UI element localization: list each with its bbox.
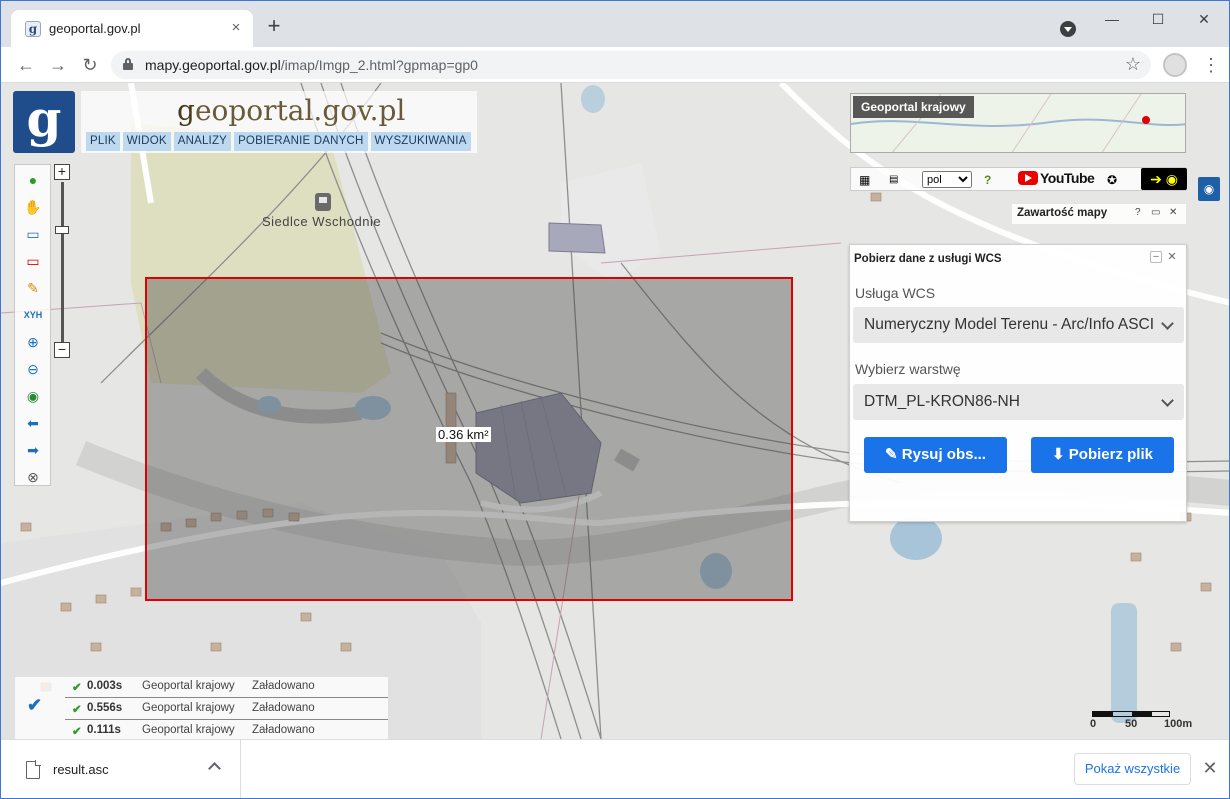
log-row: ✔ 0.111s Geoportal krajowy Załadowano bbox=[72, 724, 315, 738]
panel-minimize-icon[interactable]: – bbox=[1150, 251, 1162, 263]
window-close-button[interactable]: ✕ bbox=[1186, 7, 1222, 31]
download-file-name[interactable]: result.asc bbox=[53, 762, 109, 777]
help-small-icon[interactable]: ? bbox=[1135, 207, 1141, 218]
window-small-icon[interactable]: ▭ bbox=[1151, 207, 1160, 218]
lock-icon bbox=[123, 58, 133, 70]
close-icon[interactable]: ✕ bbox=[1200, 757, 1220, 779]
chevron-down-icon bbox=[1161, 317, 1174, 330]
zoom-plus-button[interactable]: + bbox=[54, 164, 70, 180]
service-label: Usługa WCS bbox=[855, 285, 936, 301]
log-row: ✔ 0.003s Geoportal krajowy Załadowano bbox=[65, 677, 388, 698]
status-log: ✔ ✔ 0.003s Geoportal krajowy Załadowano … bbox=[15, 677, 388, 739]
select-area-icon[interactable]: ▭ bbox=[23, 251, 43, 271]
youtube-play-icon bbox=[1018, 171, 1038, 185]
map-tools: ● ✋ ▭ ▭ ✎ XYH ⊕ ⊖ ◉ ⬅ ➡ ⊗ bbox=[14, 164, 51, 486]
log-row: ✔ 0.556s Geoportal krajowy Załadowano bbox=[65, 699, 388, 720]
chevron-up-icon[interactable] bbox=[208, 762, 221, 775]
tab-search-icon[interactable] bbox=[1060, 21, 1076, 37]
pan-hand-icon[interactable]: ✋ bbox=[23, 197, 43, 217]
info-icon[interactable]: ● bbox=[23, 170, 43, 190]
place-label: Siedlce Wschodnie bbox=[262, 214, 382, 229]
minimap-toolbar: ▦ ▤ pol ? YouTube ✪ ➔ ◉ bbox=[850, 167, 1187, 191]
youtube-link[interactable]: YouTube bbox=[1018, 170, 1095, 189]
tab-title: geoportal.gov.pl bbox=[49, 21, 141, 36]
back-arrow-icon[interactable]: ← bbox=[15, 54, 37, 76]
pencil-icon[interactable]: ✎ bbox=[23, 278, 43, 298]
wms-icon[interactable]: ▤ bbox=[889, 171, 898, 189]
map-contents-header[interactable]: Zawartość mapy ? ▭ ✕ bbox=[1012, 204, 1186, 224]
layer-select[interactable]: DTM_PL-KRON86-NH bbox=[853, 384, 1184, 420]
area-measurement-label: 0.36 km² bbox=[436, 427, 491, 442]
check-icon: ✔ bbox=[72, 726, 82, 738]
forward-arrow-icon[interactable]: → bbox=[47, 54, 69, 76]
language-select[interactable]: pol bbox=[922, 171, 972, 188]
browser-toolbar: ← → ↻ mapy.geoportal.gov.pl/imap/Imgp_2.… bbox=[1, 47, 1229, 83]
map-contents-title: Zawartość mapy bbox=[1017, 207, 1108, 219]
accessibility-icon[interactable]: ✪ bbox=[1107, 171, 1117, 189]
menu-widok[interactable]: WIDOK bbox=[122, 132, 171, 151]
minimap-title: Geoportal krajowy bbox=[853, 96, 974, 118]
previous-extent-icon[interactable]: ⬅ bbox=[23, 413, 43, 433]
downloads-bar: result.asc Pokaż wszystkie ✕ bbox=[1, 739, 1229, 798]
scale-bar: 0 50 100m bbox=[1090, 709, 1200, 733]
select-rectangle-icon[interactable]: ▭ bbox=[23, 224, 43, 244]
menu-pobieranie-danych[interactable]: POBIERANIE DANYCH bbox=[234, 132, 368, 151]
service-value: Numeryczny Model Terenu - Arc/Info ASCII… bbox=[864, 316, 1154, 333]
app-title: geoportal.gov.pl bbox=[177, 94, 406, 127]
menu-analizy[interactable]: ANALIZY bbox=[173, 132, 232, 151]
wcs-panel: Pobierz dane z usługi WCS – ✕ Usługa WCS… bbox=[849, 244, 1187, 522]
high-contrast-eye-icon[interactable]: ➔ ◉ bbox=[1141, 168, 1187, 190]
download-icon: ⬇ bbox=[1052, 446, 1069, 463]
close-small-icon[interactable]: ✕ bbox=[1169, 207, 1177, 218]
minimap[interactable]: Geoportal krajowy bbox=[850, 93, 1186, 153]
zoom-handle[interactable] bbox=[55, 226, 69, 234]
grid-icon[interactable]: ▦ bbox=[859, 171, 870, 189]
reset-icon[interactable]: ⊗ bbox=[23, 467, 43, 487]
draw-area-button[interactable]: ✎ Rysuj obs... bbox=[864, 437, 1007, 473]
map-canvas[interactable]: g geoportal.gov.pl PLIK WIDOK ANALIZY PO… bbox=[1, 83, 1229, 739]
layer-value: DTM_PL-KRON86-NH bbox=[864, 393, 1020, 410]
show-all-button[interactable]: Pokaż wszystkie bbox=[1074, 753, 1191, 785]
bookmark-star-icon[interactable]: ☆ bbox=[1125, 54, 1141, 75]
reload-icon[interactable]: ↻ bbox=[79, 54, 101, 76]
menu-plik[interactable]: PLIK bbox=[86, 132, 120, 151]
geoportal-logo[interactable]: g bbox=[13, 91, 75, 153]
status-check-icon[interactable]: ✔ bbox=[27, 695, 42, 716]
service-select[interactable]: Numeryczny Model Terenu - Arc/Info ASCII… bbox=[853, 307, 1184, 343]
check-icon: ✔ bbox=[72, 704, 82, 716]
zoom-minus-button[interactable]: − bbox=[54, 342, 70, 358]
next-extent-icon[interactable]: ➡ bbox=[23, 440, 43, 460]
download-file-button[interactable]: ⬇ Pobierz plik bbox=[1031, 437, 1174, 473]
tab-strip: g geoportal.gov.pl × + — ☐ ✕ bbox=[1, 1, 1229, 47]
browser-tab[interactable]: g geoportal.gov.pl × bbox=[11, 10, 253, 47]
chevron-down-icon bbox=[1161, 394, 1174, 407]
tab-close-icon[interactable]: × bbox=[227, 19, 245, 37]
visibility-eye-icon[interactable]: ◉ bbox=[1198, 177, 1220, 201]
check-icon: ✔ bbox=[72, 682, 82, 694]
pencil-icon: ✎ bbox=[885, 446, 902, 463]
main-menu: PLIK WIDOK ANALIZY POBIERANIE DANYCH WYS… bbox=[86, 132, 471, 152]
layer-label: Wybierz warstwę bbox=[855, 361, 961, 377]
zoom-in-icon[interactable]: ⊕ bbox=[23, 332, 43, 352]
help-icon[interactable]: ? bbox=[984, 171, 991, 189]
globe-icon[interactable]: ◉ bbox=[23, 386, 43, 406]
profile-avatar[interactable] bbox=[1163, 53, 1187, 77]
minimize-button[interactable]: — bbox=[1094, 7, 1130, 31]
file-icon bbox=[26, 760, 41, 779]
new-tab-button[interactable]: + bbox=[263, 15, 285, 38]
panel-title: Pobierz dane z usługi WCS bbox=[854, 253, 1002, 265]
address-bar[interactable]: mapy.geoportal.gov.pl/imap/Imgp_2.html?g… bbox=[111, 51, 1151, 79]
browser-window: g geoportal.gov.pl × + — ☐ ✕ ← → ↻ mapy.… bbox=[0, 0, 1230, 799]
divider bbox=[240, 740, 241, 798]
xyz-coordinates-icon[interactable]: XYH bbox=[23, 305, 43, 325]
zoom-slider[interactable]: + − bbox=[52, 164, 72, 361]
geoportal-favicon-icon: g bbox=[25, 21, 41, 37]
menu-wyszukiwania[interactable]: WYSZUKIWANIA bbox=[370, 132, 471, 151]
menu-kebab-icon[interactable]: ⋮ bbox=[1201, 53, 1221, 77]
maximize-button[interactable]: ☐ bbox=[1140, 7, 1176, 31]
url-text: mapy.geoportal.gov.pl/imap/Imgp_2.html?g… bbox=[145, 57, 478, 73]
zoom-track[interactable] bbox=[61, 182, 64, 342]
zoom-out-icon[interactable]: ⊖ bbox=[23, 359, 43, 379]
panel-close-icon[interactable]: ✕ bbox=[1166, 251, 1178, 263]
